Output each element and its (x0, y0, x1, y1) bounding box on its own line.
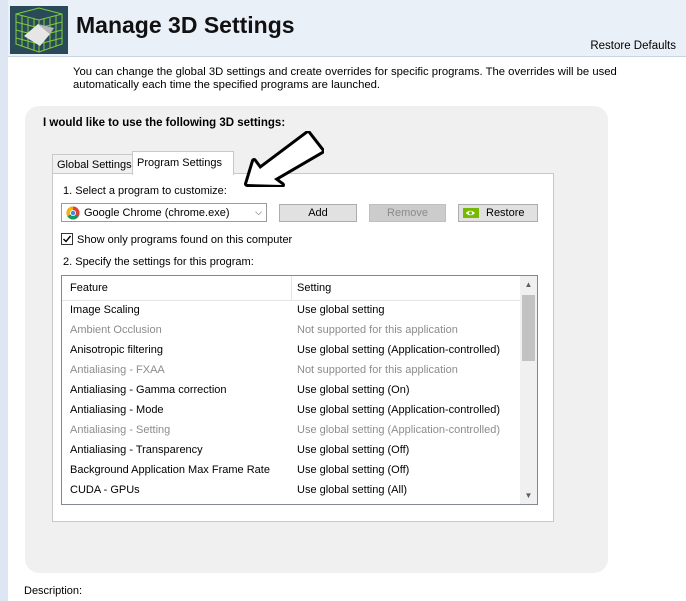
table-row[interactable]: CUDA - GPUs Use global setting (All) (62, 481, 521, 501)
column-header-feature: Feature (70, 282, 108, 294)
restore-program-button[interactable]: Restore (458, 204, 538, 222)
feature-cell: Image Scaling (70, 304, 140, 316)
feature-cell: Antialiasing - FXAA (70, 364, 165, 376)
scroll-down-arrow-icon[interactable]: ▼ (520, 487, 537, 504)
selected-program: Google Chrome (chrome.exe) (84, 207, 230, 219)
description-label: Description: (24, 585, 83, 597)
show-only-checkbox[interactable] (61, 233, 73, 245)
feature-cell: Antialiasing - Gamma correction (70, 384, 227, 396)
table-row[interactable]: Antialiasing - FXAA Not supported for th… (62, 361, 521, 381)
tab-global-settings[interactable]: Global Settings (52, 154, 142, 175)
left-edge-strip (0, 0, 8, 601)
panel-heading: I would like to use the following 3D set… (43, 117, 286, 129)
setting-cell: Use global setting (297, 304, 385, 316)
table-row[interactable]: Background Application Max Frame Rate Us… (62, 461, 521, 481)
nvidia-3d-cube-icon (10, 6, 68, 54)
settings-table: Feature Setting Image Scaling Use global… (61, 275, 538, 505)
nvidia-logo-icon (463, 208, 479, 218)
remove-program-button[interactable]: Remove (369, 204, 446, 222)
setting-cell: Use global setting (Application-controll… (297, 404, 500, 416)
setting-cell: Use global setting (Off) (297, 464, 410, 476)
page-title: Manage 3D Settings (76, 12, 295, 38)
chrome-icon (66, 206, 80, 220)
tab-program-settings[interactable]: Program Settings (132, 151, 234, 175)
setting-cell: Not supported for this application (297, 324, 458, 336)
feature-cell: Anisotropic filtering (70, 344, 163, 356)
table-row[interactable]: Image Scaling Use global setting (62, 301, 521, 321)
feature-cell: Ambient Occlusion (70, 324, 162, 336)
scroll-thumb[interactable] (522, 295, 535, 361)
table-scrollbar[interactable]: ▲ ▼ (520, 276, 537, 504)
table-row[interactable]: Ambient Occlusion Not supported for this… (62, 321, 521, 341)
feature-cell: Antialiasing - Transparency (70, 444, 203, 456)
table-row[interactable]: Anisotropic filtering Use global setting… (62, 341, 521, 361)
checkmark-icon (63, 235, 72, 243)
chevron-down-icon: ⌵ (255, 207, 262, 217)
restore-label: Restore (486, 207, 525, 219)
feature-cell: Antialiasing - Mode (70, 404, 164, 416)
scroll-up-arrow-icon[interactable]: ▲ (520, 276, 537, 293)
restore-defaults-link[interactable]: Restore Defaults (590, 40, 676, 52)
feature-cell: Antialiasing - Setting (70, 424, 171, 436)
setting-cell: Use global setting (All) (297, 484, 408, 496)
intro-text: You can change the global 3D settings an… (73, 66, 617, 91)
feature-cell: CUDA - GPUs (70, 484, 140, 496)
show-only-label: Show only programs found on this compute… (77, 234, 293, 246)
table-row[interactable]: Antialiasing - Gamma correction Use glob… (62, 381, 521, 401)
table-row[interactable]: Antialiasing - Mode Use global setting (… (62, 401, 521, 421)
specify-settings-label: 2. Specify the settings for this program… (63, 256, 254, 268)
column-header-setting: Setting (297, 282, 332, 294)
add-program-button[interactable]: Add (279, 204, 357, 222)
setting-cell: Not supported for this application (297, 364, 458, 376)
program-select[interactable]: Google Chrome (chrome.exe) ⌵ (61, 203, 267, 222)
column-divider (291, 276, 292, 300)
setting-cell: Use global setting (Application-controll… (297, 424, 500, 436)
table-row[interactable]: Antialiasing - Setting Use global settin… (62, 421, 521, 441)
black-arrow-annotation (244, 131, 324, 187)
table-header: Feature Setting (62, 276, 521, 301)
select-program-label: 1. Select a program to customize: (63, 185, 227, 197)
setting-cell: Use global setting (Application-controll… (297, 344, 500, 356)
feature-cell: Background Application Max Frame Rate (70, 464, 270, 476)
setting-cell: Use global setting (On) (297, 384, 410, 396)
setting-cell: Use global setting (Off) (297, 444, 410, 456)
table-row[interactable]: Antialiasing - Transparency Use global s… (62, 441, 521, 461)
